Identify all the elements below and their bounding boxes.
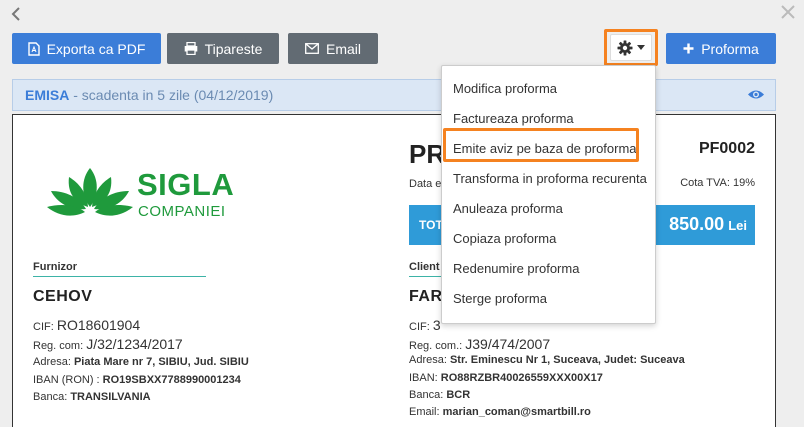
- client-address: Adresa: Str. Eminescu Nr 1, Suceava, Jud…: [409, 354, 685, 366]
- client-bank: Banca: BCR: [409, 389, 471, 401]
- settings-highlight: [604, 29, 658, 66]
- total-currency: Lei: [728, 218, 747, 233]
- supplier-section-label: Furnizor: [33, 261, 77, 273]
- document-number: PF0002: [698, 140, 755, 157]
- email-button[interactable]: Email: [288, 33, 378, 64]
- add-proforma-button[interactable]: Proforma: [666, 33, 776, 64]
- client-cif: CIF: 3: [409, 317, 441, 333]
- close-icon[interactable]: [778, 2, 798, 24]
- export-pdf-button[interactable]: Exporta ca PDF: [12, 33, 161, 64]
- supplier-divider: [33, 276, 206, 277]
- client-reg: Reg. com.: J39/474/2007: [409, 336, 551, 352]
- gear-icon: [617, 40, 633, 55]
- status-bar: EMISA - scadenta in 5 zile (04/12/2019): [12, 79, 776, 111]
- total-label: TOT: [419, 218, 443, 232]
- email-label: Email: [325, 40, 361, 57]
- client-email: Email: marian_coman@smartbill.ro: [409, 406, 591, 418]
- document-date-label: Data e: [409, 178, 442, 190]
- print-label: Tipareste: [204, 40, 263, 57]
- back-chevron-icon[interactable]: [10, 6, 24, 24]
- menu-item-cancel[interactable]: Anuleaza proforma: [442, 193, 655, 223]
- logo-text-main: SIGLA: [137, 167, 235, 202]
- settings-dropdown-menu: Modifica proforma Factureaza proforma Em…: [441, 65, 656, 324]
- document-title: PR: [409, 139, 446, 169]
- logo-text-sub: COMPANIEI: [138, 203, 226, 220]
- proforma-document: SIGLA COMPANIEI PR PF0002 Data e Cota TV…: [12, 114, 776, 427]
- client-section-label: Client: [409, 261, 440, 273]
- settings-dropdown-button[interactable]: [610, 34, 652, 61]
- proforma-label: Proforma: [701, 40, 759, 57]
- supplier-reg: Reg. com: J/32/1234/2017: [33, 336, 183, 352]
- client-iban: IBAN: RO88RZBR40026559XXX00X17: [409, 372, 603, 384]
- client-name: FAR: [409, 288, 443, 305]
- lotus-logo-icon: [47, 168, 133, 216]
- supplier-address: Adresa: Piata Mare nr 7, SIBIU, Jud. SIB…: [33, 356, 249, 368]
- menu-item-rename[interactable]: Redenumire proforma: [442, 253, 655, 283]
- total-value: 850.00 Lei: [669, 214, 747, 235]
- menu-item-issue-notice[interactable]: Emite aviz pe baza de proforma: [442, 133, 655, 163]
- export-pdf-label: Exporta ca PDF: [46, 40, 146, 57]
- caret-down-icon: [637, 45, 645, 50]
- pdf-file-icon: [27, 41, 40, 56]
- menu-item-copy[interactable]: Copiaza proforma: [442, 223, 655, 253]
- company-logo: SIGLA COMPANIEI: [45, 163, 245, 225]
- supplier-bank: Banca: TRANSILVANIA: [33, 391, 151, 403]
- envelope-icon: [305, 43, 319, 54]
- menu-item-recurring[interactable]: Transforma in proforma recurenta: [442, 163, 655, 193]
- menu-item-modify[interactable]: Modifica proforma: [442, 73, 655, 103]
- supplier-cif: CIF: RO18601904: [33, 317, 141, 333]
- tva-rate: Cota TVA: 19%: [680, 177, 755, 189]
- status-state: EMISA: [25, 87, 70, 103]
- printer-icon: [184, 42, 197, 55]
- menu-item-delete[interactable]: Sterge proforma: [442, 283, 655, 313]
- total-amount: 850.00: [669, 214, 725, 234]
- print-button[interactable]: Tipareste: [167, 33, 279, 64]
- status-due-text: - scadenta in 5 zile (04/12/2019): [69, 87, 274, 103]
- menu-item-invoice[interactable]: Factureaza proforma: [442, 103, 655, 133]
- supplier-name: CEHOV: [33, 288, 93, 305]
- eye-icon[interactable]: [747, 88, 765, 101]
- plus-icon: [683, 43, 694, 54]
- supplier-iban: IBAN (RON) : RO19SBXX7788990001234: [33, 374, 241, 386]
